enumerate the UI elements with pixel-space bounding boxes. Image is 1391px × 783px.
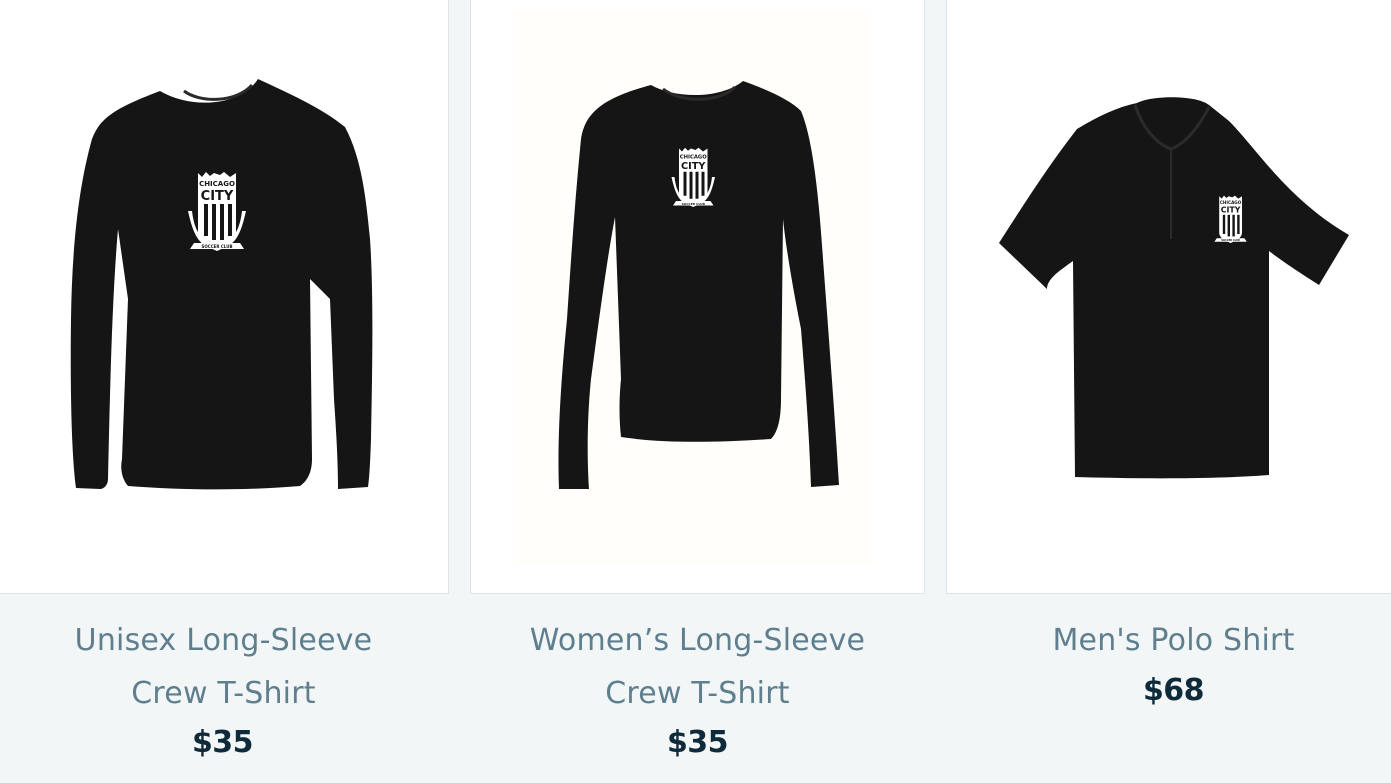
- product-price: $35: [666, 725, 729, 760]
- svg-text:SOCCER CLUB: SOCCER CLUB: [1221, 239, 1240, 242]
- svg-text:SOCCER CLUB: SOCCER CLUB: [682, 202, 706, 206]
- svg-text:CHICAGO: CHICAGO: [199, 180, 235, 188]
- product-title[interactable]: Women’s Long-Sleeve Crew T-Shirt: [470, 614, 925, 720]
- product-title-line-2: Crew T-Shirt: [605, 676, 790, 711]
- svg-text:CITY: CITY: [1221, 205, 1241, 214]
- svg-text:SOCCER CLUB: SOCCER CLUB: [202, 244, 233, 249]
- product-image-link[interactable]: CHICAGO CITY SOCCER CLUB: [0, 0, 449, 594]
- product-title-line-1: Women’s Long-Sleeve: [529, 623, 866, 658]
- svg-text:CITY: CITY: [201, 189, 234, 204]
- product-title[interactable]: Men's Polo Shirt: [946, 614, 1391, 667]
- svg-text:CITY: CITY: [681, 161, 706, 172]
- product-title-line-2: Crew T-Shirt: [131, 676, 316, 711]
- product-title-line-1: Men's Polo Shirt: [1052, 623, 1295, 658]
- black-womens-long-sleeve-image: CHICAGO CITY SOCCER CLUB: [513, 9, 873, 564]
- black-long-sleeve-tshirt-image: CHICAGO CITY SOCCER CLUB: [70, 79, 373, 490]
- product-image-link[interactable]: CHICAGO CITY SOCCER CLUB: [470, 0, 925, 594]
- product-grid: CHICAGO CITY SOCCER CLUB Unisex Long-Sle…: [0, 0, 1391, 783]
- svg-text:CHICAGO: CHICAGO: [1220, 200, 1242, 205]
- product-title-line-1: Unisex Long-Sleeve: [74, 623, 373, 658]
- product-price: $68: [1142, 673, 1205, 708]
- product-title[interactable]: Unisex Long-Sleeve Crew T-Shirt: [0, 614, 447, 720]
- product-image-link[interactable]: CHICAGO CITY SOCCER CLUB: [946, 0, 1391, 594]
- black-polo-shirt-image: CHICAGO CITY SOCCER CLUB: [999, 97, 1349, 479]
- svg-text:CHICAGO: CHICAGO: [680, 154, 707, 160]
- product-price: $35: [191, 725, 254, 760]
